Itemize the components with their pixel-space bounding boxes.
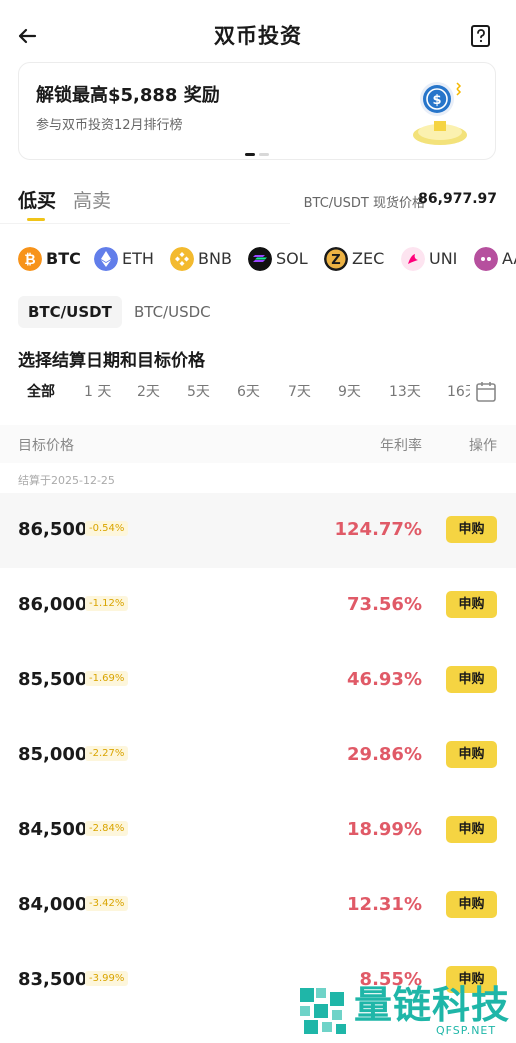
tab-sell-high[interactable]: 高卖 bbox=[73, 186, 111, 213]
coin-label: ETH bbox=[122, 249, 154, 268]
zcash-icon: Z bbox=[324, 247, 348, 271]
svg-text:$: $ bbox=[432, 93, 441, 108]
target-price: 83,500 bbox=[18, 969, 88, 990]
watermark-logo-icon bbox=[300, 988, 346, 1034]
promo-banner[interactable]: 解锁最高$5,888 奖励 参与双币投资12月排行榜 $ bbox=[18, 62, 496, 160]
duration-option[interactable]: 6天 bbox=[237, 380, 260, 404]
price-change-badge: -0.54% bbox=[85, 521, 129, 536]
duration-option[interactable]: 5天 bbox=[187, 380, 210, 404]
price-change-badge: -1.69% bbox=[85, 671, 129, 686]
top-bar: 双币投资 bbox=[0, 0, 516, 68]
coin-label: UNI bbox=[429, 249, 458, 268]
table-header: 目标价格 年利率 操作 bbox=[0, 425, 516, 463]
coin-label: AA bbox=[502, 249, 516, 268]
subscribe-button[interactable]: 申购 bbox=[446, 891, 497, 918]
duration-option[interactable]: 16天 bbox=[447, 380, 470, 404]
spot-price-label: BTC/USDT 现货价格 bbox=[303, 196, 425, 211]
calendar-icon[interactable] bbox=[475, 380, 497, 404]
duration-filter: 全部 1 天 2天 5天 6天 7天 9天 13天 16天 bbox=[0, 380, 470, 404]
pagination-dot-active bbox=[245, 153, 255, 156]
subscribe-button[interactable]: 申购 bbox=[446, 741, 497, 768]
pair-btc-usdt[interactable]: BTC/USDT bbox=[18, 296, 122, 328]
coin-label: BTC bbox=[46, 249, 81, 268]
watermark: 量链科技 QFSP.NET bbox=[296, 984, 516, 1040]
target-price: 84,000 bbox=[18, 894, 88, 915]
duration-option[interactable]: 1 天 bbox=[84, 380, 111, 404]
pair-btc-usdc[interactable]: BTC/USDC bbox=[124, 296, 221, 328]
coin-label: BNB bbox=[198, 249, 232, 268]
price-change-badge: -3.99% bbox=[85, 971, 129, 986]
solana-icon bbox=[248, 247, 272, 271]
column-apy: 年利率 bbox=[380, 438, 422, 454]
aave-icon bbox=[474, 247, 498, 271]
banner-title: 解锁最高$5,888 奖励 bbox=[36, 85, 220, 106]
bnb-icon bbox=[170, 247, 194, 271]
watermark-text: 量链科技 bbox=[354, 983, 511, 1027]
price-change-badge: -2.27% bbox=[85, 746, 129, 761]
duration-option[interactable]: 7天 bbox=[288, 380, 311, 404]
price-change-badge: -2.84% bbox=[85, 821, 129, 836]
duration-option[interactable]: 2天 bbox=[137, 380, 160, 404]
target-price: 86,500 bbox=[18, 519, 88, 540]
bitcoin-icon: ₿ bbox=[18, 247, 42, 271]
coin-label: SOL bbox=[276, 249, 308, 268]
svg-text:₿: ₿ bbox=[24, 252, 35, 268]
usdc-coin-illustration-icon: $ bbox=[413, 82, 467, 145]
column-target-price: 目标价格 bbox=[18, 438, 74, 454]
apy-value: 124.77% bbox=[334, 519, 423, 540]
watermark-subtext: QFSP.NET bbox=[436, 1024, 497, 1037]
active-tab-indicator bbox=[27, 218, 45, 221]
banner-subtitle: 参与双币投资12月排行榜 bbox=[36, 118, 183, 133]
section-title: 选择结算日期和目标价格 bbox=[18, 351, 205, 371]
apy-value: 73.56% bbox=[347, 594, 422, 615]
guide-book-icon[interactable] bbox=[470, 24, 492, 48]
spot-price-value: 86,977.97 bbox=[418, 191, 497, 207]
divider bbox=[0, 223, 290, 224]
apy-value: 46.93% bbox=[347, 669, 422, 690]
apy-value: 12.31% bbox=[347, 894, 422, 915]
target-price: 86,000 bbox=[18, 594, 88, 615]
subscribe-button[interactable]: 申购 bbox=[446, 816, 497, 843]
duration-option[interactable]: 9天 bbox=[338, 380, 361, 404]
subscribe-button[interactable]: 申购 bbox=[446, 591, 497, 618]
page-title: 双币投资 bbox=[214, 24, 302, 48]
table-row[interactable]: 86,000 -1.12% 73.56% 申购 bbox=[0, 568, 516, 643]
banner-pagination bbox=[245, 153, 273, 159]
settlement-date: 结算于2025-12-25 bbox=[18, 474, 115, 487]
subscribe-button[interactable]: 申购 bbox=[446, 666, 497, 693]
target-price: 85,000 bbox=[18, 744, 88, 765]
tab-buy-low[interactable]: 低买 bbox=[18, 186, 56, 213]
subscribe-button[interactable]: 申购 bbox=[446, 516, 497, 543]
apy-value: 29.86% bbox=[347, 744, 422, 765]
svg-text:Z: Z bbox=[331, 253, 340, 268]
ethereum-icon bbox=[94, 247, 118, 271]
table-row[interactable]: 86,500 -0.54% 124.77% 申购 bbox=[0, 493, 516, 568]
pagination-dot bbox=[259, 153, 269, 156]
coin-label: ZEC bbox=[352, 249, 385, 268]
table-row[interactable]: 84,000 -3.42% 12.31% 申购 bbox=[0, 868, 516, 943]
target-price: 84,500 bbox=[18, 819, 88, 840]
table-row[interactable]: 85,500 -1.69% 46.93% 申购 bbox=[0, 643, 516, 718]
duration-all[interactable]: 全部 bbox=[27, 380, 55, 404]
column-action: 操作 bbox=[469, 438, 497, 454]
duration-option[interactable]: 13天 bbox=[389, 380, 421, 404]
uniswap-icon bbox=[401, 247, 425, 271]
price-change-badge: -3.42% bbox=[85, 896, 129, 911]
table-row[interactable]: 84,500 -2.84% 18.99% 申购 bbox=[0, 793, 516, 868]
apy-value: 18.99% bbox=[347, 819, 422, 840]
price-change-badge: -1.12% bbox=[85, 596, 129, 611]
target-price: 85,500 bbox=[18, 669, 88, 690]
table-row[interactable]: 85,000 -2.27% 29.86% 申购 bbox=[0, 718, 516, 793]
